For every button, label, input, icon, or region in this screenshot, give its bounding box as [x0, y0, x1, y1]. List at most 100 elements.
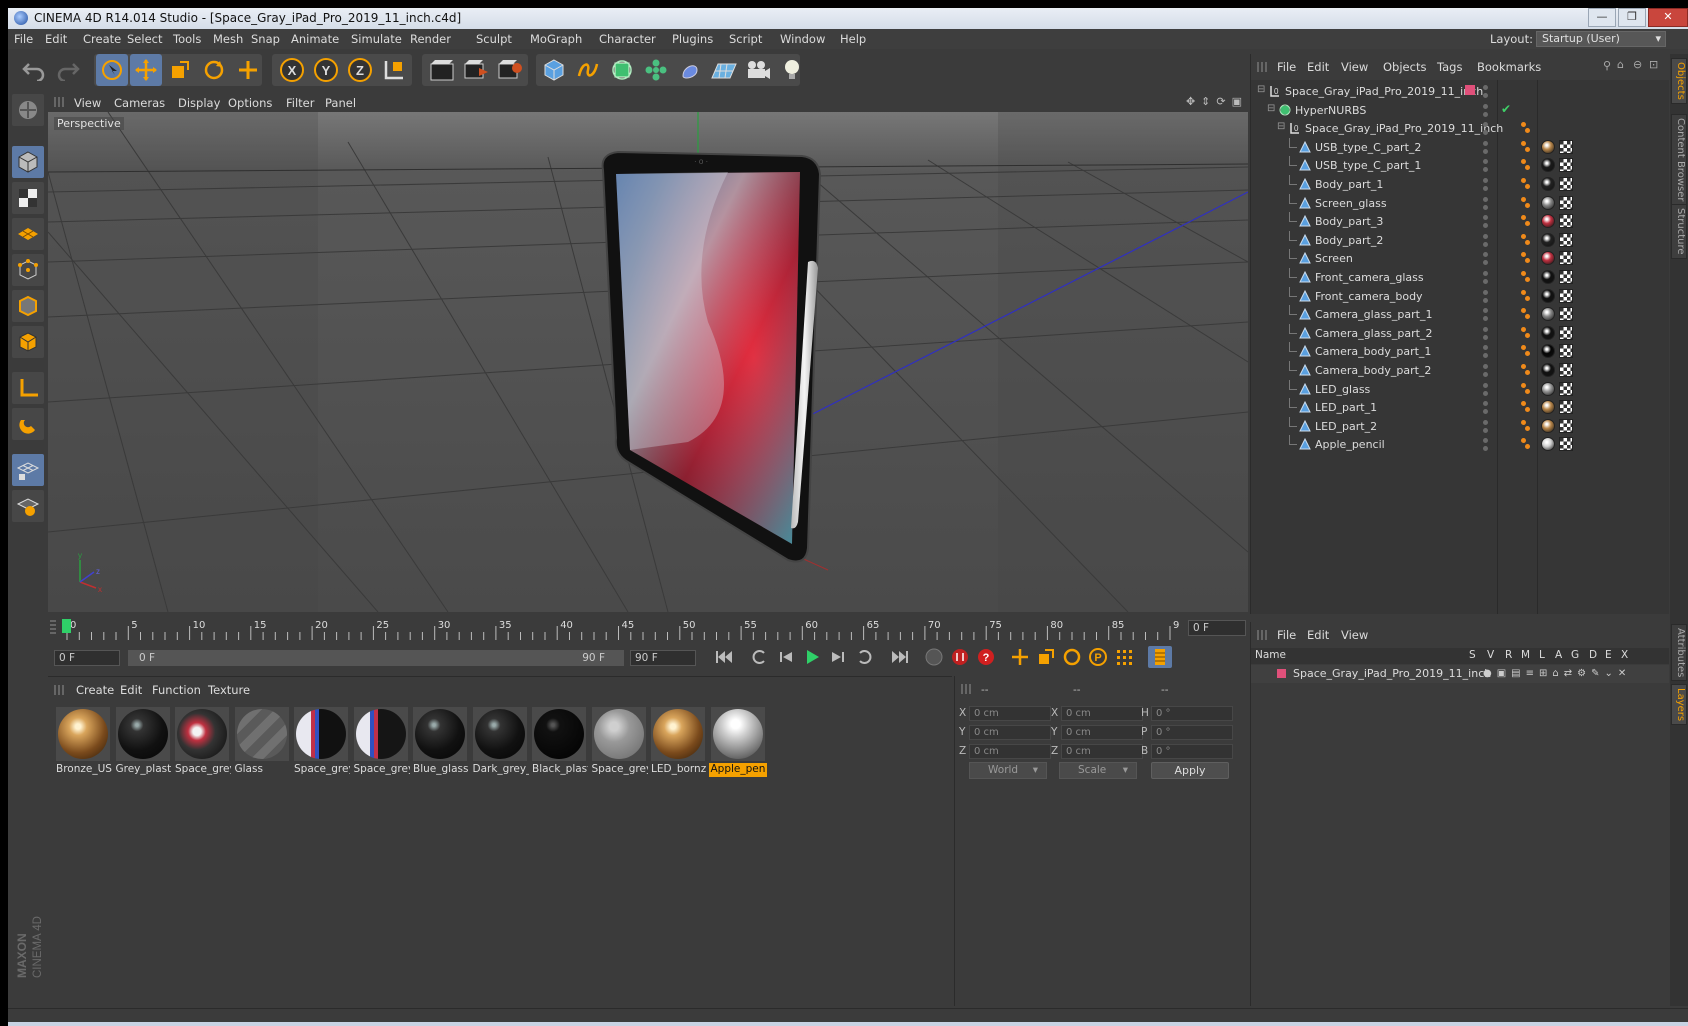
redo-icon[interactable]: [52, 54, 84, 86]
layer-name[interactable]: Space_Gray_iPad_Pro_2019_11_inch: [1293, 667, 1491, 680]
layers-menu-edit[interactable]: Edit: [1307, 628, 1329, 642]
phong-tag-icon[interactable]: [1525, 425, 1530, 431]
editor-visibility-dot[interactable]: [1483, 196, 1488, 202]
axis-mode-icon[interactable]: [12, 372, 44, 404]
layers-menu-file[interactable]: File: [1277, 628, 1296, 642]
object-name[interactable]: LED_part_2: [1315, 420, 1377, 433]
material-tag-icon[interactable]: [1541, 158, 1555, 173]
next-frame-icon[interactable]: [826, 646, 850, 668]
phong-tag-icon[interactable]: [1525, 221, 1530, 227]
phong-tag-icon[interactable]: [1525, 146, 1530, 152]
expand-toggle-icon[interactable]: ⊟: [1257, 84, 1265, 95]
phong-tag-icon[interactable]: [1525, 351, 1530, 357]
nurbs-icon[interactable]: [606, 54, 638, 86]
deformer-icon[interactable]: [674, 54, 706, 86]
go-to-start-icon[interactable]: [712, 646, 736, 668]
object-tree-row[interactable]: Camera_glass_part_1: [1251, 305, 1669, 324]
phong-tag-icon[interactable]: [1525, 332, 1530, 338]
layer-col-render[interactable]: R: [1505, 649, 1512, 661]
collapse-icon[interactable]: ⊖: [1633, 58, 1642, 71]
menu-select[interactable]: Select: [127, 32, 162, 46]
object-name[interactable]: Screen_glass: [1315, 197, 1387, 210]
position-field[interactable]: 0 cm: [969, 725, 1051, 740]
render-visibility-dot[interactable]: [1483, 241, 1488, 247]
rotate-icon[interactable]: [198, 54, 230, 86]
menu-help[interactable]: Help: [840, 32, 866, 46]
tab-layers[interactable]: Layers: [1671, 684, 1687, 726]
material-tag-icon[interactable]: [1541, 177, 1555, 191]
material-swatch[interactable]: Space_grey: [590, 705, 648, 779]
tab-structure[interactable]: Structure: [1671, 204, 1687, 259]
key-position-icon[interactable]: [1008, 646, 1032, 668]
editor-visibility-dot[interactable]: [1483, 345, 1488, 351]
material-tag-icon[interactable]: [1541, 437, 1555, 452]
material-swatch[interactable]: Apple_pen: [708, 705, 767, 779]
uvw-tag-icon[interactable]: [1559, 418, 1573, 433]
render-visibility-dot[interactable]: [1483, 111, 1488, 117]
editor-visibility-dot[interactable]: [1483, 419, 1488, 425]
material-swatch[interactable]: Space_grey: [292, 705, 350, 779]
key-point-level-icon[interactable]: [1112, 646, 1136, 668]
objects-menu-file[interactable]: File: [1277, 60, 1296, 74]
menu-tools[interactable]: Tools: [173, 32, 201, 46]
uvw-tag-icon[interactable]: [1559, 232, 1573, 247]
material-tag-icon[interactable]: [1541, 139, 1555, 154]
phong-tag-icon[interactable]: [1521, 159, 1526, 165]
previous-frame-icon[interactable]: [774, 646, 798, 668]
material-swatch[interactable]: Grey_plasti: [114, 705, 172, 779]
key-rotation-icon[interactable]: [1060, 646, 1084, 668]
material-swatch[interactable]: Black_plast: [530, 705, 588, 779]
render-visibility-dot[interactable]: [1483, 353, 1488, 359]
material-menu-function[interactable]: Function: [152, 683, 201, 697]
object-name[interactable]: HyperNURBS: [1295, 104, 1366, 117]
enabled-check-icon[interactable]: ✔: [1501, 102, 1511, 116]
start-frame-field[interactable]: 0 F: [54, 650, 120, 666]
menu-window[interactable]: Window: [780, 32, 825, 46]
size-field[interactable]: 0 cm: [1061, 706, 1143, 721]
record-active-objects-icon[interactable]: [948, 646, 972, 668]
play-icon[interactable]: [800, 646, 824, 668]
menu-sculpt[interactable]: Sculpt: [476, 32, 512, 46]
scene-render[interactable]: · o · y x z: [48, 112, 1248, 612]
previous-key-icon[interactable]: [748, 646, 772, 668]
size-field[interactable]: 0 cm: [1061, 725, 1143, 740]
phong-tag-icon[interactable]: [1525, 295, 1530, 301]
object-name[interactable]: Body_part_1: [1315, 178, 1383, 191]
workplane-icon[interactable]: [12, 218, 44, 250]
object-tree-row[interactable]: USB_type_C_part_1: [1251, 156, 1669, 175]
phong-tag-icon[interactable]: [1525, 258, 1530, 264]
object-tree-row[interactable]: Camera_body_part_2: [1251, 361, 1669, 380]
editor-visibility-dot[interactable]: [1483, 103, 1488, 109]
editor-visibility-dot[interactable]: [1483, 401, 1488, 407]
material-menu-edit[interactable]: Edit: [120, 683, 142, 697]
rotation-field[interactable]: 0 °: [1151, 725, 1233, 740]
object-tree-row[interactable]: LED_glass: [1251, 379, 1669, 399]
object-tree[interactable]: ⊟ 0 Space_Gray_iPad_Pro_2019_11_inch ⊟ Hyper…: [1251, 80, 1669, 614]
light-icon[interactable]: [776, 54, 808, 86]
object-name[interactable]: Apple_pencil: [1315, 438, 1385, 451]
material-tag-icon[interactable]: [1541, 288, 1555, 303]
object-name[interactable]: Camera_glass_part_1: [1315, 308, 1432, 321]
frame-range-slider[interactable]: 0 F 90 F: [128, 650, 624, 666]
layer-col-animation[interactable]: A: [1555, 649, 1562, 661]
uvw-tag-icon[interactable]: [1559, 251, 1573, 266]
uvw-tag-icon[interactable]: [1559, 288, 1573, 303]
editor-visibility-dot[interactable]: [1483, 326, 1488, 332]
object-name[interactable]: Front_camera_glass: [1315, 271, 1424, 284]
object-tree-row[interactable]: ⊟ 0 Space_Gray_iPad_Pro_2019_11_inch: [1251, 82, 1669, 101]
floor-icon[interactable]: [708, 54, 740, 86]
menu-snap[interactable]: Snap: [251, 32, 280, 46]
objects-menu-objects[interactable]: Objects: [1383, 60, 1426, 74]
uvw-tag-icon[interactable]: [1559, 177, 1573, 191]
object-tree-row[interactable]: Screen_glass: [1251, 193, 1669, 213]
phong-tag-icon[interactable]: [1525, 165, 1530, 171]
material-menu-create[interactable]: Create: [76, 683, 114, 697]
viewport-menu-panel[interactable]: Panel: [325, 96, 356, 110]
menu-plugins[interactable]: Plugins: [672, 32, 713, 46]
scale-mode-dropdown[interactable]: Scale: [1059, 762, 1137, 779]
menu-character[interactable]: Character: [599, 32, 656, 46]
uvw-tag-icon[interactable]: [1559, 400, 1573, 415]
viewport-menu-options[interactable]: Options: [228, 96, 272, 110]
key-scale-icon[interactable]: [1034, 646, 1058, 668]
search-icon[interactable]: ⚲: [1603, 59, 1611, 72]
